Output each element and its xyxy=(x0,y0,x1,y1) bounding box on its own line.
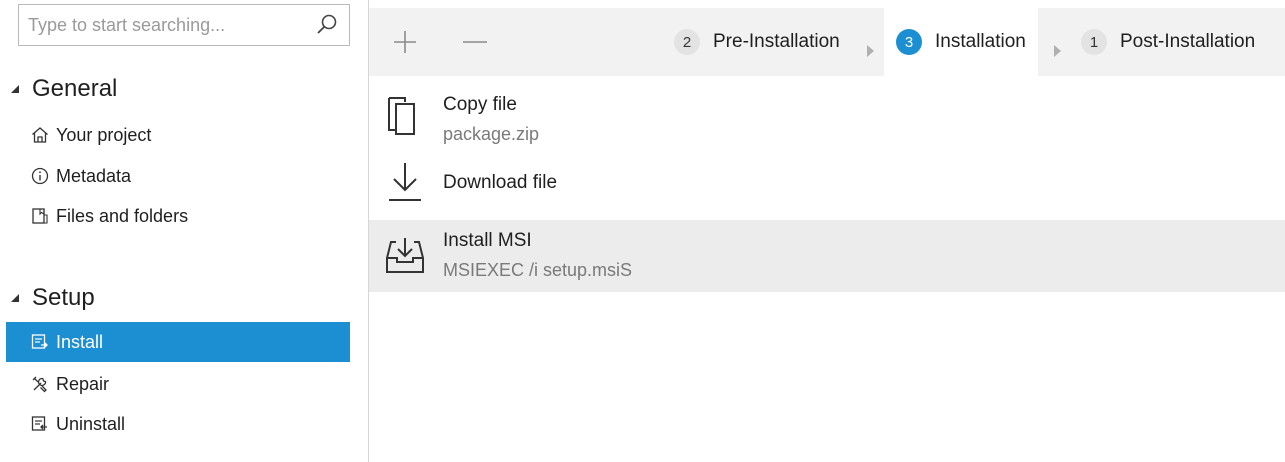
sidebar-item-repair[interactable]: Repair xyxy=(6,364,350,404)
action-subtitle: MSIEXEC /i setup.msiS xyxy=(443,260,633,280)
group-general[interactable]: General xyxy=(6,74,117,104)
sidebar-item-label: Install xyxy=(56,331,104,352)
install-icon xyxy=(31,334,48,349)
chevron-right-icon xyxy=(867,45,874,57)
download-icon xyxy=(389,163,421,201)
tab-pre-installation[interactable]: 2 Pre-Installation xyxy=(674,8,840,76)
list-item-copy-file[interactable]: Copy file package.zip xyxy=(369,82,1285,154)
sidebar-item-metadata[interactable]: Metadata xyxy=(6,156,350,196)
step-count-badge: 2 xyxy=(674,29,700,55)
copy-icon xyxy=(388,97,415,135)
repair-icon xyxy=(32,376,47,393)
step-count-badge: 3 xyxy=(896,29,922,55)
action-title: Download file xyxy=(443,172,558,193)
sidebar-item-label: Uninstall xyxy=(56,413,126,434)
plus-icon xyxy=(394,31,416,53)
sidebar-item-label: Repair xyxy=(56,373,110,394)
add-button[interactable] xyxy=(385,22,425,62)
search-input[interactable] xyxy=(19,5,309,45)
install-msi-icon xyxy=(386,238,424,273)
group-title-setup: Setup xyxy=(32,284,95,311)
list-item-download-file[interactable]: Download file xyxy=(369,150,1285,220)
action-title: Install MSI xyxy=(443,230,532,251)
search-box[interactable] xyxy=(18,4,350,46)
search-icon[interactable] xyxy=(315,13,339,37)
files-folders-icon xyxy=(32,208,48,224)
info-icon xyxy=(31,167,49,185)
tab-post-installation[interactable]: 1 Post-Installation xyxy=(1081,8,1255,76)
remove-button[interactable] xyxy=(455,22,495,62)
chevron-right-icon xyxy=(1054,45,1061,57)
collapse-triangle-icon[interactable] xyxy=(6,290,22,306)
home-icon xyxy=(32,127,48,143)
sidebar-item-label: Files and folders xyxy=(56,205,189,226)
step-label: Post-Installation xyxy=(1120,31,1256,52)
minus-icon xyxy=(463,41,487,43)
group-setup[interactable]: Setup xyxy=(6,283,95,313)
sidebar-item-label: Metadata xyxy=(56,165,132,186)
sidebar-item-files-and-folders[interactable]: Files and folders xyxy=(6,196,350,236)
action-title: Copy file xyxy=(443,94,517,115)
collapse-triangle-icon[interactable] xyxy=(6,81,22,97)
sidebar-item-uninstall[interactable]: Uninstall xyxy=(6,404,350,444)
stage-toolbar: 2 Pre-Installation 3 Installation 1 Post… xyxy=(369,8,1285,76)
sidebar-item-label: Your project xyxy=(56,124,152,145)
action-subtitle: package.zip xyxy=(443,124,540,144)
sidebar-item-your-project[interactable]: Your project xyxy=(6,115,350,155)
uninstall-icon xyxy=(31,416,47,431)
sidebar: General Your project Metadata Files and … xyxy=(0,0,368,462)
sidebar-item-install[interactable]: Install xyxy=(6,322,350,362)
step-label: Installation xyxy=(935,31,1026,52)
list-item-install-msi[interactable]: Install MSI MSIEXEC /i setup.msiS xyxy=(369,220,1285,292)
group-title-general: General xyxy=(32,75,118,102)
step-count-badge: 1 xyxy=(1081,29,1107,55)
tab-installation[interactable]: 3 Installation xyxy=(884,8,1038,76)
step-label: Pre-Installation xyxy=(713,31,840,52)
